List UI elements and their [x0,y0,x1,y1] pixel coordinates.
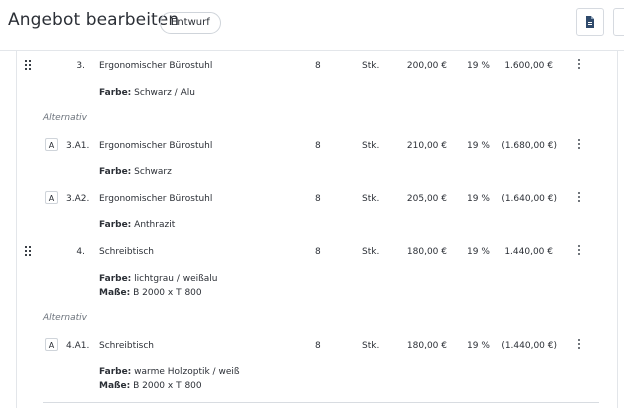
item-name: Schreibtisch [99,247,154,257]
item-attribute: Farbe: warme Holzoptik / weiß [99,367,240,377]
item-tax: 19 % [467,341,490,351]
drag-handle-icon[interactable] [25,60,33,72]
positions-list: 3. Ergonomischer Bürostuhl 8 Stk. 200,00… [16,50,618,408]
position-number: 4. [76,247,85,257]
item-price: 210,00 € [406,141,447,151]
item-total: 1.600,00 € [504,61,553,71]
position-number: 3.A2. [66,194,90,204]
pdf-button[interactable] [576,8,604,36]
item-quantity: 8 [315,141,321,151]
item-quantity: 8 [315,341,321,351]
item-attribute: Farbe: Schwarz / Alu [99,88,195,98]
position-number: 4.A1. [66,341,90,351]
position-number: 3.A1. [66,141,90,151]
item-quantity: 8 [315,61,321,71]
item-quantity: 8 [315,194,321,204]
item-name: Ergonomischer Bürostuhl [99,61,213,71]
item-unit: Stk. [362,141,380,151]
item-price: 180,00 € [406,341,447,351]
item-name: Ergonomischer Bürostuhl [99,194,213,204]
more-options-icon[interactable] [577,59,581,73]
more-options-icon[interactable] [577,245,581,259]
item-total: 1.440,00 € [504,247,553,257]
item-unit: Stk. [362,61,380,71]
document-icon [586,16,594,28]
item-price: 205,00 € [406,194,447,204]
item-price: 200,00 € [406,61,447,71]
item-unit: Stk. [362,341,380,351]
alternative-tag: A [45,338,58,351]
item-unit: Stk. [362,194,380,204]
more-options-icon[interactable] [577,339,581,353]
header-bar: Angebot bearbeiten Entwurf [0,0,624,51]
item-total: (1.440,00 €) [501,341,557,351]
alternative-tag: A [45,191,58,204]
item-total: (1.680,00 €) [501,141,557,151]
item-tax: 19 % [467,194,490,204]
item-name: Schreibtisch [99,341,154,351]
status-badge: Entwurf [160,12,221,34]
item-tax: 19 % [467,141,490,151]
more-options-icon[interactable] [577,192,581,206]
item-name: Ergonomischer Bürostuhl [99,141,213,151]
alternative-label: Alternativ [43,113,87,123]
item-attribute: Farbe: Anthrazit [99,220,176,230]
divider [43,402,599,403]
item-attribute: Farbe: lichtgrau / weißalu [99,274,218,284]
item-price: 180,00 € [406,247,447,257]
item-tax: 19 % [467,61,490,71]
item-total: (1.640,00 €) [501,194,557,204]
position-number: 3. [76,61,85,71]
item-unit: Stk. [362,247,380,257]
item-quantity: 8 [315,247,321,257]
more-header-button[interactable] [613,8,624,36]
more-options-icon[interactable] [577,139,581,153]
item-attribute: Maße: B 2000 x T 800 [99,288,202,298]
alternative-tag: A [45,138,58,151]
drag-handle-icon[interactable] [25,246,33,258]
item-attribute: Farbe: Schwarz [99,167,172,177]
item-tax: 19 % [467,247,490,257]
alternative-label: Alternativ [43,313,87,323]
item-attribute: Maße: B 2000 x T 800 [99,381,202,391]
page-title: Angebot bearbeiten [8,10,180,30]
